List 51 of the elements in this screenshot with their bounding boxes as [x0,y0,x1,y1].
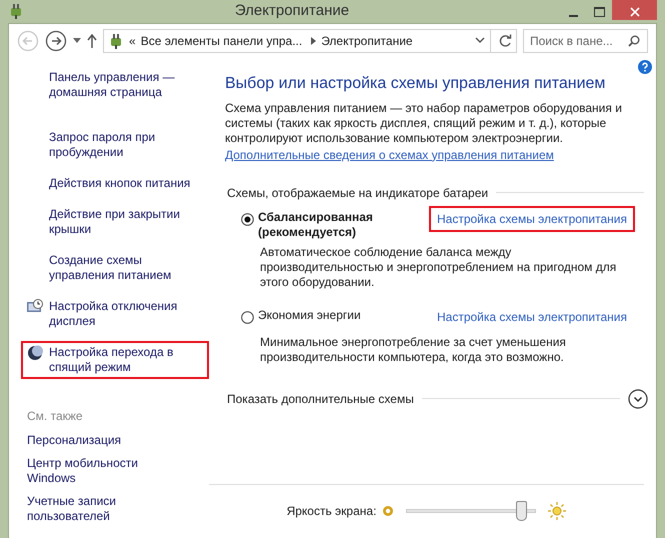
brightness-slider[interactable] [406,500,536,522]
bright-sun-icon [548,502,566,520]
sidebar-link[interactable]: Настройка отключения дисплея [49,298,203,328]
chevron-right-icon [311,36,316,44]
help-icon[interactable] [638,60,652,74]
radio-button[interactable] [241,311,254,324]
address-bar[interactable]: « Все элементы панели упра... Электропитание [103,28,517,52]
brightness-label: Яркость экрана: [286,503,376,520]
monitor-clock-icon [27,298,43,314]
description-text: Схема управления питанием — это набор параметров оборудования и системы (таких как яркость дисплея, спящий режим и т. д.), которые контролируют использование компьютером электроэнергии. [225,100,623,146]
dim-sun-icon [382,505,394,517]
plan-settings-link[interactable]: Настройка схемы электропитания [429,304,635,330]
sidebar-link[interactable]: Персонализация [27,432,177,448]
expand-icon[interactable] [628,388,648,409]
close-icon [630,6,640,17]
sidebar-link[interactable]: Создание схемы управления питанием [49,252,203,282]
dropdown-icon[interactable] [475,37,485,44]
power-plug-icon [8,2,24,20]
minimize-icon [568,14,578,17]
breadcrumb-item[interactable]: Электропитание [321,32,413,50]
section-heading: Схемы, отображаемые на индикаторе батареи [227,184,488,202]
plan-settings-link[interactable]: Настройка схемы электропитания [429,206,635,232]
page-heading: Выбор или настройка схемы управления питанием [225,74,606,93]
see-also-heading: См. также [27,408,84,424]
caret-icon[interactable] [73,38,81,43]
maximize-icon [594,6,604,17]
up-arrow-icon[interactable] [87,34,97,48]
plan-description: Автоматическое соблюдение баланса между производительностью и энергопотреблением на пригодном для этого оборудовании. [259,244,618,290]
breadcrumb-item[interactable]: Все элементы панели упра... [140,32,302,50]
sidebar-link[interactable]: Действия кнопок питания [49,176,190,190]
radio-button[interactable] [241,213,254,226]
sidebar-link[interactable]: Панель управления — домашняя страница [49,70,203,100]
search-icon[interactable] [628,34,640,46]
show-more-label: Показать дополнительные схемы [227,390,414,408]
moon-icon [27,344,43,360]
refresh-icon[interactable] [498,34,512,48]
info-link[interactable]: Дополнительные сведения о схемах управления питанием [225,146,644,164]
breadcrumb-overflow[interactable]: « [129,32,136,50]
close-button[interactable] [612,0,657,20]
sidebar-link[interactable]: Центр мобильности Windows [27,456,177,486]
search-field[interactable]: Поиск в пане... [523,28,648,52]
sidebar-link[interactable]: Запрос пароля при пробуждении [49,130,203,160]
plan-description: Минимальное энергопотребление за счет уменьшения производительности компьютера, когда это возможно. [259,334,567,365]
forward-icon[interactable] [45,30,67,52]
sidebar-link[interactable]: Действие при закрытии крышки [49,206,203,236]
window-title: Электропитание [234,1,350,21]
power-plug-icon [108,32,124,50]
radio-option[interactable]: Экономия энергии [241,308,421,330]
sidebar-link[interactable]: Настройка перехода в спящий режим [49,344,203,374]
radio-option[interactable]: Сбалансированная (рекомендуется) [241,210,421,240]
sidebar-link[interactable]: Учетные записи пользователей [27,494,177,524]
